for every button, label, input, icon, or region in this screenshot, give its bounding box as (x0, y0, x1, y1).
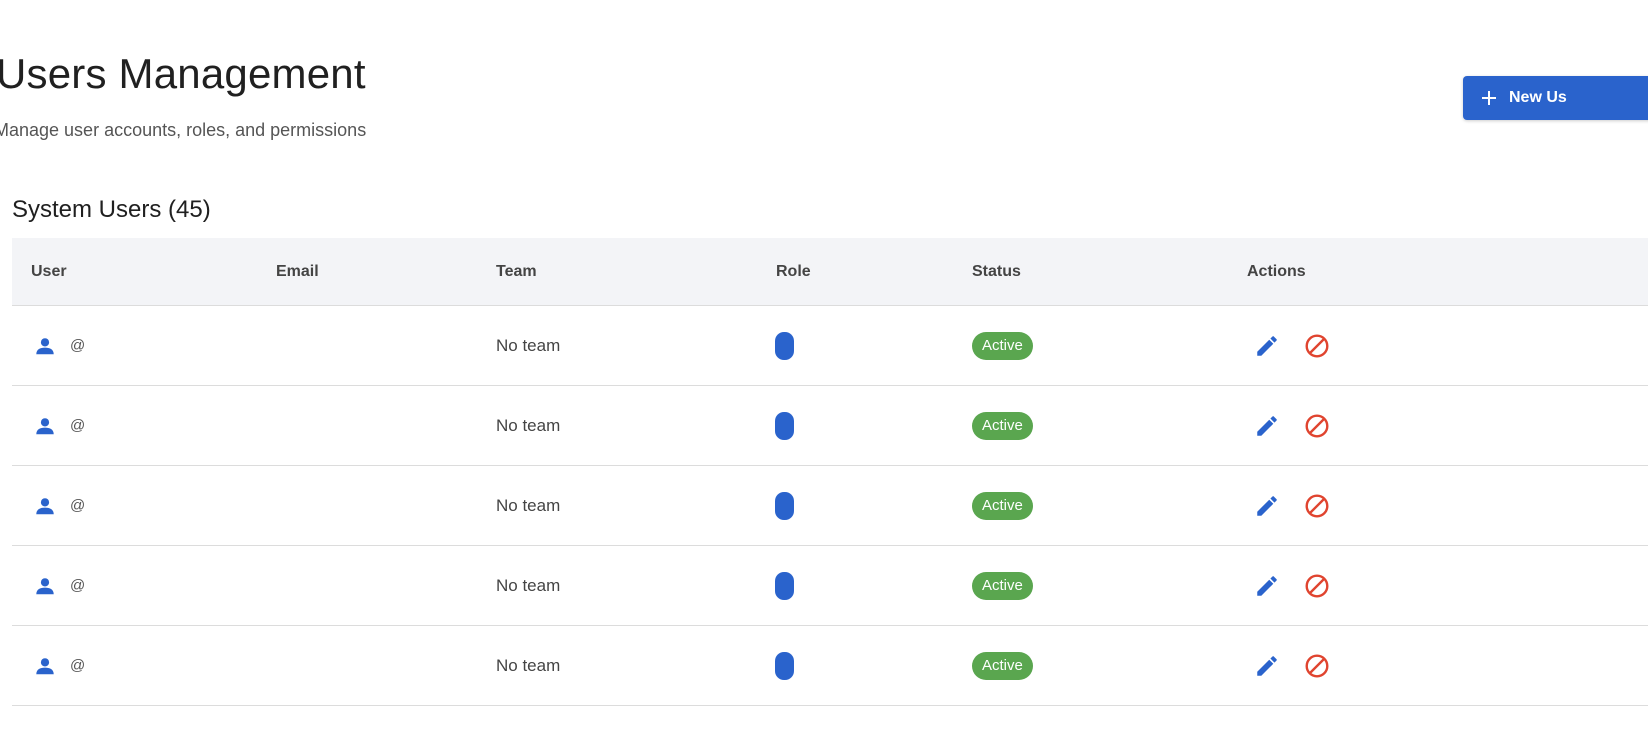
edit-button[interactable] (1249, 648, 1285, 684)
block-icon (1305, 334, 1329, 357)
user-handle: @ (70, 337, 86, 354)
table-row: @ No team Active (12, 386, 1648, 466)
plus-icon (1482, 91, 1496, 105)
status-cell: Active (972, 546, 1033, 625)
column-header-team[interactable]: Team (496, 238, 537, 305)
edit-icon (1257, 335, 1277, 356)
column-header-email[interactable]: Email (276, 238, 319, 305)
person-icon (36, 657, 54, 674)
status-cell: Active (972, 306, 1033, 385)
team-cell: No team (496, 626, 560, 705)
column-header-user[interactable]: User (31, 238, 67, 305)
block-button[interactable] (1299, 328, 1335, 364)
status-badge: Active (972, 571, 1033, 600)
table-row: @ No team Active (12, 626, 1648, 706)
block-icon (1305, 574, 1329, 597)
status-cell: Active (972, 626, 1033, 705)
status-badge: Active (972, 651, 1033, 680)
role-chip (775, 411, 794, 440)
role-chip (775, 651, 794, 680)
table-row: @ No team Active (12, 466, 1648, 546)
user-handle: @ (70, 657, 86, 674)
role-cell (775, 546, 794, 625)
role-chip (775, 571, 794, 600)
section-title: System Users (45) (12, 196, 211, 223)
edit-button[interactable] (1249, 408, 1285, 444)
edit-icon (1257, 495, 1277, 516)
edit-icon (1257, 415, 1277, 436)
status-cell: Active (972, 466, 1033, 545)
block-button[interactable] (1299, 408, 1335, 444)
table-body: @ No team Active @ No team Active @ No t… (12, 306, 1648, 706)
edit-button[interactable] (1249, 488, 1285, 524)
page-title: Users Management (0, 50, 366, 97)
role-cell (775, 306, 794, 385)
column-header-actions: Actions (1247, 263, 1306, 280)
role-chip (775, 331, 794, 360)
block-button[interactable] (1299, 568, 1335, 604)
user-cell: @ (34, 546, 85, 625)
actions-cell (1249, 466, 1335, 545)
person-icon (36, 497, 54, 514)
role-cell (775, 466, 794, 545)
column-header-status[interactable]: Status (972, 238, 1021, 305)
user-cell: @ (34, 626, 85, 705)
table-row: @ No team Active (12, 306, 1648, 386)
user-cell: @ (34, 466, 85, 545)
actions-cell (1249, 386, 1335, 465)
team-label: No team (496, 655, 561, 675)
actions-cell (1249, 546, 1335, 625)
status-badge: Active (972, 331, 1033, 360)
block-button[interactable] (1299, 488, 1335, 524)
page: Users Management Manage user accounts, r… (0, 0, 1648, 733)
team-cell: No team (496, 386, 560, 465)
column-header-role[interactable]: Role (776, 238, 811, 305)
team-cell: No team (496, 546, 560, 625)
page-subtitle: Manage user accounts, roles, and permiss… (0, 120, 367, 140)
user-handle: @ (70, 577, 86, 594)
user-cell: @ (34, 386, 85, 465)
actions-cell (1249, 306, 1335, 385)
team-cell: No team (496, 466, 560, 545)
block-icon (1305, 494, 1329, 517)
users-table: User Email Team Role Status Actions @ No… (12, 238, 1648, 706)
person-icon (36, 577, 54, 594)
team-label: No team (496, 335, 561, 355)
block-icon (1305, 414, 1329, 437)
edit-icon (1257, 575, 1277, 596)
table-header: User Email Team Role Status Actions (12, 238, 1648, 306)
person-icon (36, 337, 54, 354)
user-handle: @ (70, 417, 86, 434)
status-cell: Active (972, 386, 1033, 465)
team-cell: No team (496, 306, 560, 385)
role-chip (775, 491, 794, 520)
user-cell: @ (34, 306, 85, 385)
new-user-button-label: New Us (1509, 89, 1567, 106)
new-user-button[interactable]: New Us (1463, 76, 1648, 120)
team-label: No team (496, 495, 561, 515)
block-icon (1305, 654, 1329, 677)
person-icon (36, 417, 54, 434)
role-cell (775, 386, 794, 465)
role-cell (775, 626, 794, 705)
block-button[interactable] (1299, 648, 1335, 684)
edit-button[interactable] (1249, 328, 1285, 364)
user-handle: @ (70, 497, 86, 514)
status-badge: Active (972, 411, 1033, 440)
team-label: No team (496, 575, 561, 595)
table-row: @ No team Active (12, 546, 1648, 626)
edit-icon (1257, 655, 1277, 676)
team-label: No team (496, 415, 561, 435)
status-badge: Active (972, 491, 1033, 520)
edit-button[interactable] (1249, 568, 1285, 604)
actions-cell (1249, 626, 1335, 705)
